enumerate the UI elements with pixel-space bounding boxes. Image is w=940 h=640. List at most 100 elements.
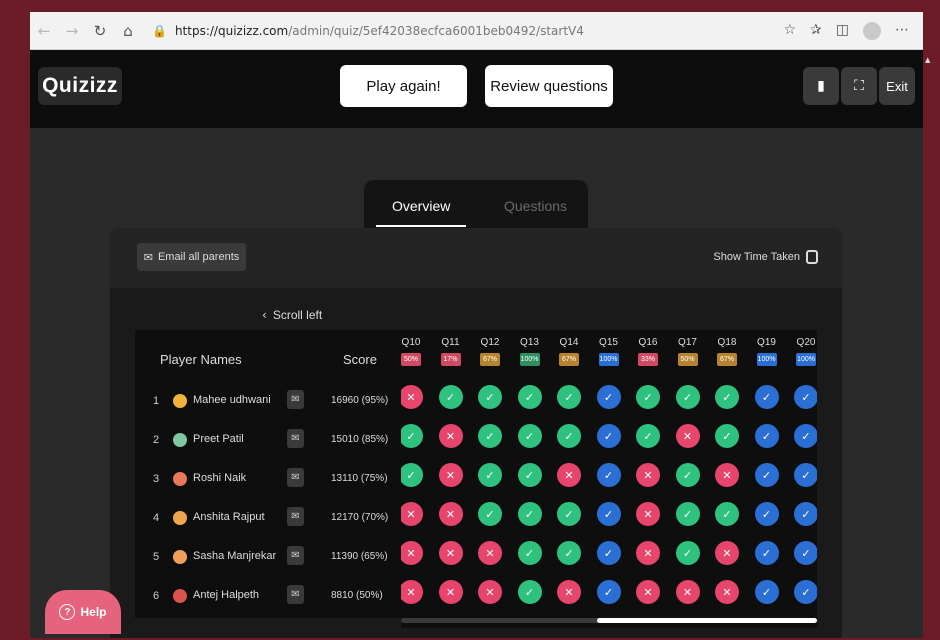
correct-answer-icon[interactable]: ✓ (438, 385, 463, 409)
incorrect-answer-icon[interactable]: ✕ (478, 580, 502, 604)
favorite-icon[interactable]: ☆ (783, 22, 796, 40)
tab-questions[interactable]: Questions (504, 198, 567, 214)
correct-answer-icon[interactable]: ✓ (401, 463, 423, 487)
refresh-icon[interactable]: ↻ (86, 22, 114, 40)
more-icon[interactable]: ⋯ (895, 22, 909, 40)
incorrect-answer-icon[interactable]: ✕ (557, 580, 581, 604)
incorrect-answer-icon[interactable]: ✕ (438, 541, 463, 565)
correct-answer-icon[interactable]: ✓ (754, 463, 779, 487)
incorrect-answer-icon[interactable]: ✕ (715, 580, 739, 604)
question-header[interactable]: Q13 100% (513, 337, 547, 366)
email-parent-icon[interactable]: ✉ (287, 585, 304, 604)
question-header[interactable]: Q18 67% (710, 337, 744, 366)
correct-answer-icon[interactable]: ✓ (715, 502, 739, 526)
incorrect-answer-icon[interactable]: ✕ (401, 541, 423, 565)
player-row[interactable]: 2 Preet Patil ✉ 15010 (85%) (135, 423, 401, 462)
correct-answer-icon[interactable]: ✓ (754, 502, 779, 526)
correct-answer-icon[interactable]: ✓ (596, 385, 621, 409)
home-icon[interactable]: ⌂ (114, 22, 142, 40)
incorrect-answer-icon[interactable]: ✕ (636, 541, 660, 565)
tab-overview[interactable]: Overview (392, 198, 450, 214)
correct-answer-icon[interactable]: ✓ (794, 502, 817, 526)
scrollbar-thumb[interactable] (597, 618, 817, 623)
email-parent-icon[interactable]: ✉ (287, 390, 304, 409)
correct-answer-icon[interactable]: ✓ (794, 580, 817, 604)
incorrect-answer-icon[interactable]: ✕ (675, 580, 700, 604)
volume-icon[interactable]: ▮ (803, 67, 839, 105)
help-button[interactable]: ? Help (45, 590, 121, 634)
incorrect-answer-icon[interactable]: ✕ (438, 463, 463, 487)
incorrect-answer-icon[interactable]: ✕ (715, 541, 739, 565)
address-bar[interactable]: 🔒 https://quizizz.com/admin/quiz/5ef4203… (152, 18, 783, 44)
correct-answer-icon[interactable]: ✓ (596, 502, 621, 526)
review-questions-button[interactable]: Review questions (485, 65, 613, 107)
question-header[interactable]: Q19 100% (750, 337, 784, 366)
correct-answer-icon[interactable]: ✓ (675, 463, 700, 487)
checkbox-icon[interactable] (806, 250, 818, 264)
incorrect-answer-icon[interactable]: ✕ (636, 463, 660, 487)
correct-answer-icon[interactable]: ✓ (517, 424, 542, 448)
correct-answer-icon[interactable]: ✓ (675, 502, 700, 526)
question-header[interactable]: Q15 100% (592, 337, 626, 366)
incorrect-answer-icon[interactable]: ✕ (401, 502, 423, 526)
correct-answer-icon[interactable]: ✓ (557, 502, 581, 526)
correct-answer-icon[interactable]: ✓ (794, 424, 817, 448)
fullscreen-icon[interactable]: ⛶ (841, 67, 877, 105)
correct-answer-icon[interactable]: ✓ (517, 385, 542, 409)
correct-answer-icon[interactable]: ✓ (557, 541, 581, 565)
exit-button[interactable]: Exit (879, 67, 915, 105)
correct-answer-icon[interactable]: ✓ (596, 463, 621, 487)
incorrect-answer-icon[interactable]: ✕ (401, 580, 423, 604)
play-again-button[interactable]: Play again! (340, 65, 467, 107)
email-parent-icon[interactable]: ✉ (287, 546, 304, 565)
question-header[interactable]: Q17 50% (671, 337, 705, 366)
email-parent-icon[interactable]: ✉ (287, 468, 304, 487)
question-header[interactable]: Q10 50% (401, 337, 428, 366)
correct-answer-icon[interactable]: ✓ (794, 385, 817, 409)
correct-answer-icon[interactable]: ✓ (478, 385, 502, 409)
collections-icon[interactable]: ✰ (810, 22, 822, 40)
correct-answer-icon[interactable]: ✓ (557, 424, 581, 448)
player-row[interactable]: 4 Anshita Rajput ✉ 12170 (70%) (135, 501, 401, 540)
question-header[interactable]: Q20 100% (789, 337, 817, 366)
correct-answer-icon[interactable]: ✓ (754, 580, 779, 604)
incorrect-answer-icon[interactable]: ✕ (438, 424, 463, 448)
scroll-up-arrow-icon[interactable]: ▲ (925, 56, 930, 64)
correct-answer-icon[interactable]: ✓ (596, 541, 621, 565)
correct-answer-icon[interactable]: ✓ (478, 502, 502, 526)
correct-answer-icon[interactable]: ✓ (517, 580, 542, 604)
question-header[interactable]: Q14 67% (552, 337, 586, 366)
correct-answer-icon[interactable]: ✓ (794, 463, 817, 487)
player-row[interactable]: 5 Sasha Manjrekar ✉ 11390 (65%) (135, 540, 401, 579)
correct-answer-icon[interactable]: ✓ (675, 385, 700, 409)
correct-answer-icon[interactable]: ✓ (478, 424, 502, 448)
correct-answer-icon[interactable]: ✓ (517, 502, 542, 526)
correct-answer-icon[interactable]: ✓ (636, 385, 660, 409)
email-all-parents-button[interactable]: ✉ Email all parents (137, 243, 246, 271)
correct-answer-icon[interactable]: ✓ (636, 424, 660, 448)
correct-answer-icon[interactable]: ✓ (715, 385, 739, 409)
profile-icon[interactable] (863, 21, 881, 40)
forward-icon[interactable]: → (58, 22, 86, 40)
question-header[interactable]: Q16 33% (631, 337, 665, 366)
incorrect-answer-icon[interactable]: ✕ (715, 463, 739, 487)
correct-answer-icon[interactable]: ✓ (794, 541, 817, 565)
quizizz-logo[interactable]: Quizizz (38, 67, 122, 105)
scroll-left-button[interactable]: ‹ Scroll left (262, 308, 322, 322)
correct-answer-icon[interactable]: ✓ (754, 424, 779, 448)
correct-answer-icon[interactable]: ✓ (596, 580, 621, 604)
correct-answer-icon[interactable]: ✓ (715, 424, 739, 448)
player-row[interactable]: 3 Roshi Naik ✉ 13110 (75%) (135, 462, 401, 501)
email-parent-icon[interactable]: ✉ (287, 429, 304, 448)
correct-answer-icon[interactable]: ✓ (401, 424, 423, 448)
incorrect-answer-icon[interactable]: ✕ (401, 385, 423, 409)
correct-answer-icon[interactable]: ✓ (557, 385, 581, 409)
show-time-taken-toggle[interactable]: Show Time Taken (713, 250, 818, 264)
correct-answer-icon[interactable]: ✓ (754, 541, 779, 565)
correct-answer-icon[interactable]: ✓ (675, 541, 700, 565)
back-icon[interactable]: ← (30, 22, 58, 40)
incorrect-answer-icon[interactable]: ✕ (557, 463, 581, 487)
incorrect-answer-icon[interactable]: ✕ (636, 502, 660, 526)
incorrect-answer-icon[interactable]: ✕ (636, 580, 660, 604)
incorrect-answer-icon[interactable]: ✕ (438, 502, 463, 526)
